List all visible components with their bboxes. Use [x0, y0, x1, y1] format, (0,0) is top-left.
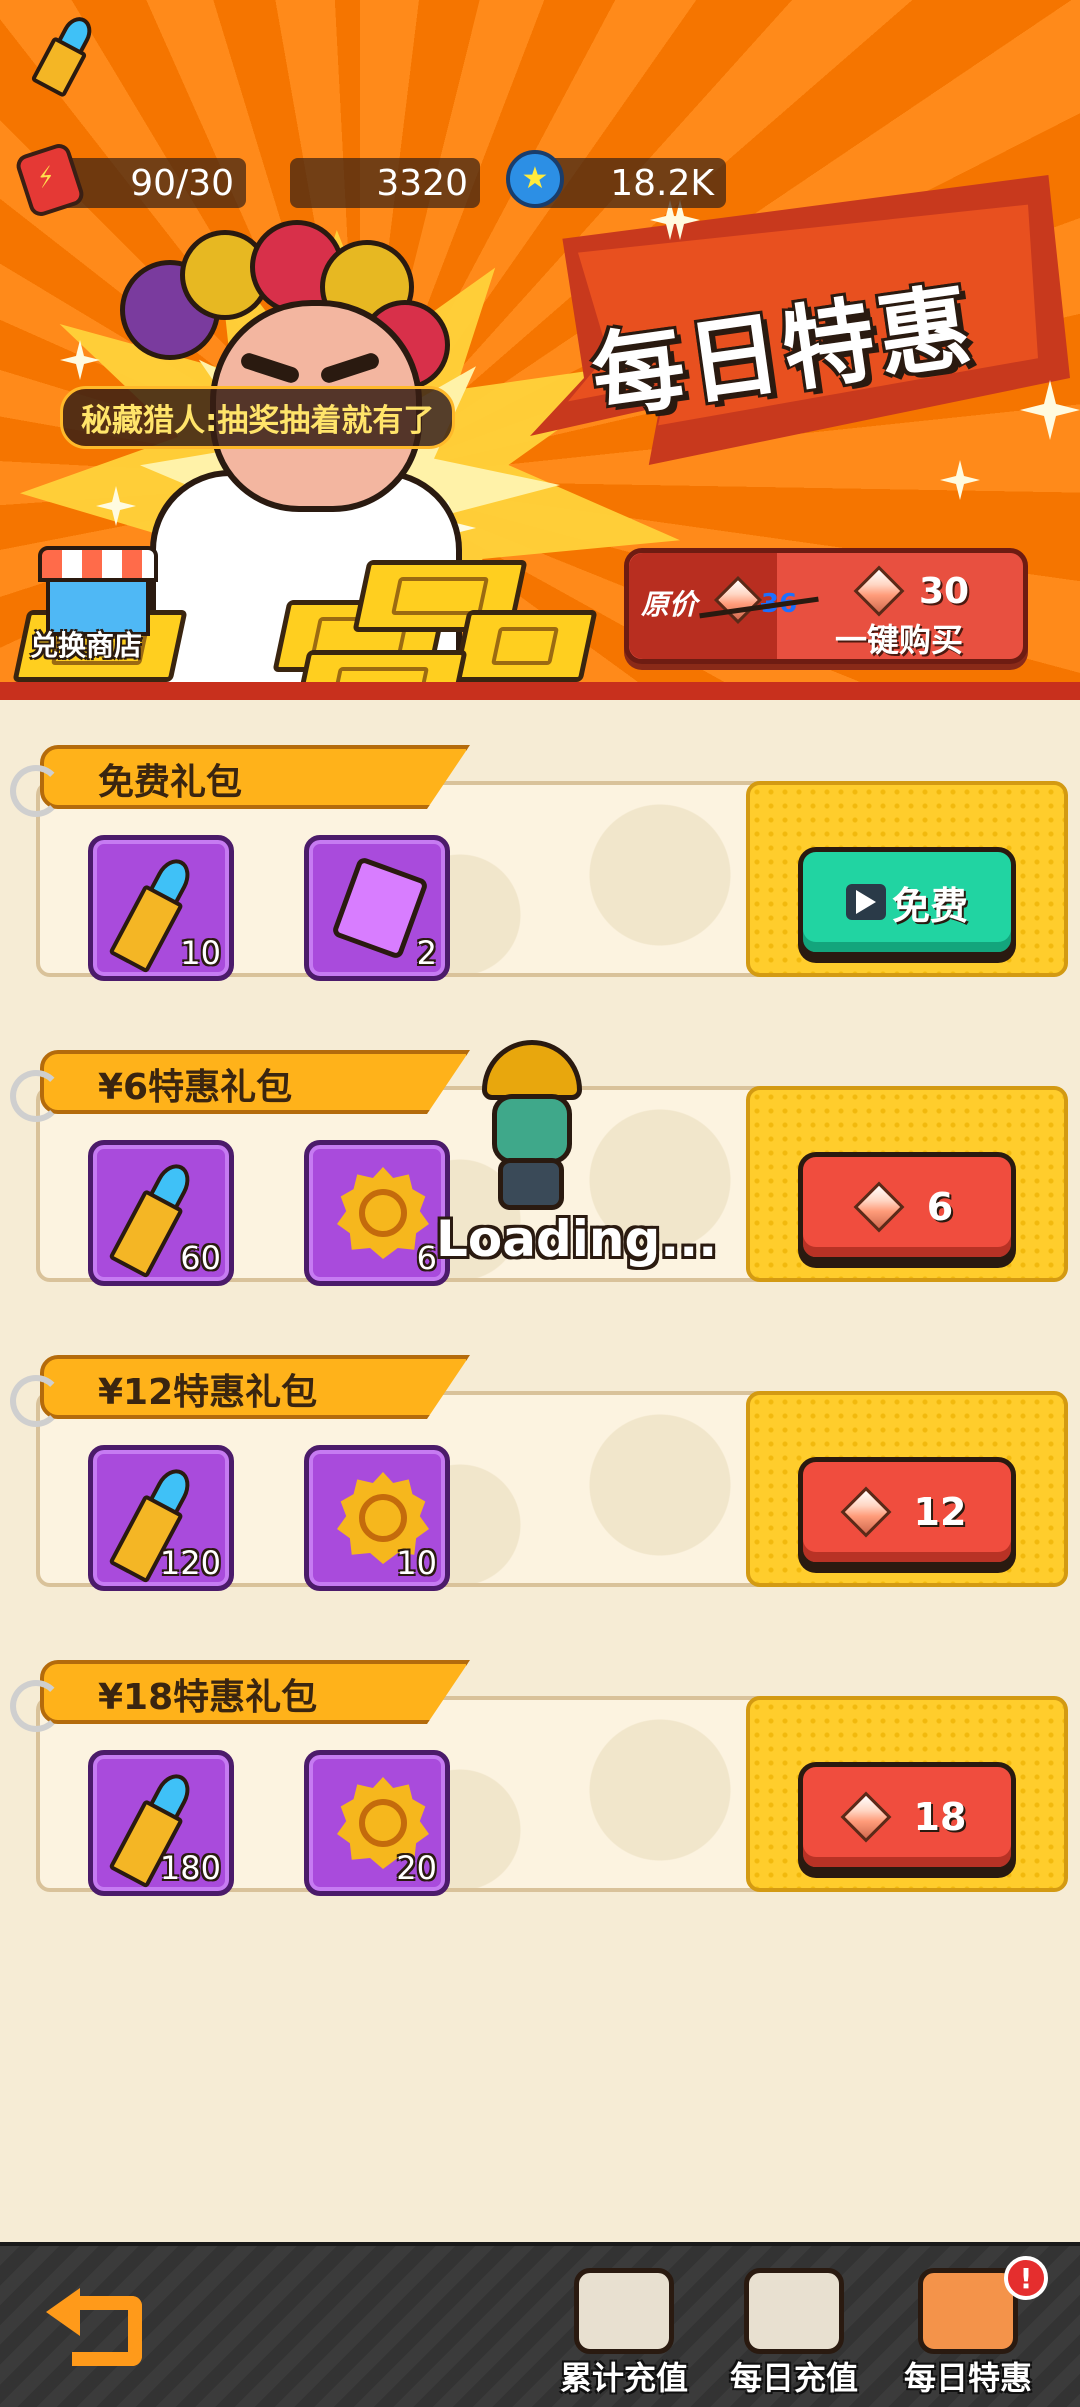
bottom-nav: 累计充值 每日充值 ! 每日特惠	[0, 2242, 1080, 2407]
return-icon	[72, 2296, 142, 2366]
gold-sun-icon	[337, 1167, 429, 1259]
pack-title: ¥6特惠礼包	[98, 1067, 293, 1108]
loading-text: Loading...	[436, 1210, 718, 1268]
tab-daily-recharge[interactable]: 每日充值	[710, 2262, 878, 2407]
bullet-icon	[14, 10, 111, 135]
item-slot[interactable]: 120	[88, 1445, 234, 1591]
shop-label[interactable]: 兑换商店	[30, 624, 142, 664]
buy-pack-button[interactable]: 18	[798, 1762, 1016, 1872]
buy-all-price: 30	[919, 571, 970, 612]
item-count: 2	[416, 934, 437, 972]
gem-icon	[840, 1791, 892, 1843]
energy-counter[interactable]: 90/30	[60, 158, 246, 208]
price-label: 6	[926, 1185, 954, 1229]
buy-all-label: 一键购买	[835, 621, 964, 659]
gem-icon	[853, 565, 905, 617]
pack-free: 免费礼包 10 2 免费	[10, 745, 1068, 981]
gem-icon	[853, 1181, 905, 1233]
hunter-caption: 秘藏猎人:抽奖抽着就有了	[60, 386, 456, 449]
video-icon	[845, 884, 886, 920]
ring-icon	[10, 1375, 62, 1427]
item-count: 6	[416, 1239, 437, 1277]
item-slot[interactable]: 6	[304, 1140, 450, 1286]
item-count: 180	[159, 1849, 221, 1887]
notification-badge: !	[1004, 2256, 1048, 2300]
item-slot[interactable]: 2	[304, 835, 450, 981]
item-slot[interactable]: 60	[88, 1140, 234, 1286]
item-count: 60	[180, 1239, 221, 1277]
original-price-label: 原价	[641, 588, 698, 621]
ring-icon	[10, 1070, 62, 1122]
purple-cube-icon	[330, 855, 430, 961]
coin-icon: ★	[506, 150, 564, 208]
gem-icon	[840, 1486, 892, 1538]
bullet-counter[interactable]: 3320	[290, 158, 480, 208]
free-label: 免费	[891, 883, 968, 928]
ring-icon	[10, 1680, 62, 1732]
price-label: 12	[913, 1490, 967, 1534]
item-count: 10	[396, 1544, 437, 1582]
pack-12: ¥12特惠礼包 120 10 12	[10, 1355, 1068, 1591]
tab-label: 每日充值	[729, 2359, 858, 2397]
sparkle-icon	[940, 460, 980, 500]
buy-all-button[interactable]: 原价 36 30 一键购买	[624, 548, 1028, 664]
hero-banner: 每日特惠 90/30 3320 18.2K ★ 秘藏猎人:抽奖抽着就有了 兑换商…	[0, 0, 1080, 700]
item-slot[interactable]: 10	[304, 1445, 450, 1591]
item-slot[interactable]: 180	[88, 1750, 234, 1896]
sparkle-icon	[1020, 380, 1080, 440]
free-claim-button[interactable]: 免费	[798, 847, 1016, 957]
item-slot[interactable]: 10	[88, 835, 234, 981]
price-label: 18	[913, 1795, 967, 1839]
gift-box-icon	[744, 2268, 844, 2354]
pack-title: ¥18特惠礼包	[98, 1677, 318, 1718]
tab-daily-deals[interactable]: ! 每日特惠	[884, 2256, 1052, 2407]
ring-icon	[10, 765, 62, 817]
money-bag-icon	[574, 2268, 674, 2354]
shop-awning-icon	[38, 546, 158, 582]
buy-pack-button[interactable]: 6	[798, 1152, 1016, 1262]
buy-pack-button[interactable]: 12	[798, 1457, 1016, 1567]
pack-18: ¥18特惠礼包 180 20 18	[10, 1660, 1068, 1896]
loading-miner-icon	[472, 1040, 592, 1210]
pack-title: 免费礼包	[98, 762, 243, 803]
item-count: 120	[159, 1544, 221, 1582]
item-count: 20	[396, 1849, 437, 1887]
item-slot[interactable]: 20	[304, 1750, 450, 1896]
tab-label: 累计充值	[559, 2359, 688, 2397]
item-count: 10	[180, 934, 221, 972]
penguin-gift-icon	[918, 2268, 1018, 2354]
tab-label: 每日特惠	[903, 2359, 1032, 2397]
pack-title: ¥12特惠礼包	[98, 1372, 318, 1413]
back-button[interactable]	[46, 2282, 146, 2372]
exchange-shop-button[interactable]	[38, 546, 158, 636]
tab-cumulative-recharge[interactable]: 累计充值	[540, 2262, 708, 2407]
